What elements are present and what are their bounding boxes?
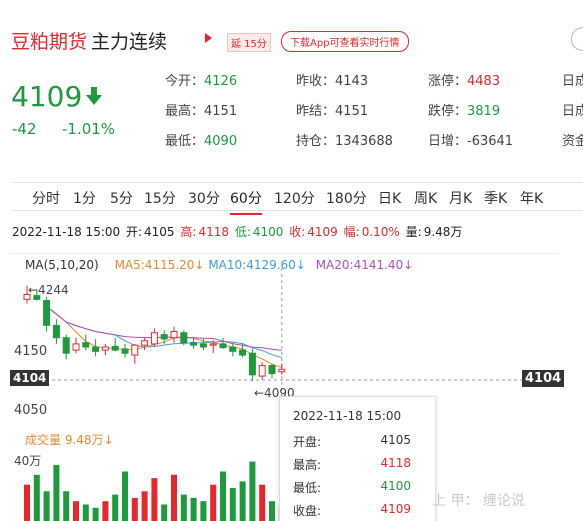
tooltip-row: 收盘: 4109 (293, 502, 411, 519)
tooltip-row-label: 开盘: (293, 435, 322, 449)
volume-bar (190, 497, 197, 521)
volume-axis-label: 40万 (14, 454, 42, 468)
candle-body (268, 365, 276, 375)
candle-body (43, 300, 51, 326)
tooltip-datetime: 2022-11-18 15:00 (293, 409, 402, 423)
candle-body (199, 343, 207, 348)
volume-bar (112, 494, 119, 521)
volume-bar (102, 501, 109, 521)
high-marker: ←4244 (28, 283, 69, 297)
volume-bar (82, 504, 89, 521)
candle-body (62, 337, 70, 354)
crosshair-price-right: 4104 (522, 370, 565, 387)
candle-body (150, 332, 158, 345)
volume-bar (161, 504, 168, 521)
candle-body (52, 324, 60, 339)
candle-body (229, 346, 237, 352)
volume-bar (63, 491, 70, 521)
candle-body (258, 365, 266, 377)
candle-body (82, 342, 90, 348)
volume-bar (229, 488, 236, 521)
candle-body (160, 334, 168, 340)
volume-bar (210, 484, 217, 521)
tooltip-row-label: 收盘: (293, 504, 322, 518)
volume-bar (141, 491, 148, 521)
tooltip-row: 开盘: 4105 (293, 433, 411, 450)
candle-body (111, 345, 119, 351)
volume-bar (239, 481, 246, 521)
volume-bar (171, 474, 177, 521)
volume-bar (73, 501, 79, 521)
candle-body (180, 332, 188, 344)
candle-body (219, 343, 227, 349)
candle-body (209, 343, 217, 346)
watermark: 上 甲： 缠论说 (432, 493, 525, 509)
tooltip-row-value: 4109 (380, 502, 411, 516)
volume-bar (92, 507, 99, 521)
candle-body (72, 343, 80, 351)
volume-bar (259, 484, 266, 521)
candle-body (101, 346, 109, 351)
tick-4150: 4150 (14, 344, 48, 359)
volume-bar (220, 471, 226, 521)
volume-legend: 成交量 9.48万↓ (25, 433, 114, 447)
volume-bar (24, 484, 30, 521)
tick-4050: 4050 (14, 403, 48, 418)
tooltip-row-value: 4105 (380, 433, 411, 447)
candle-body (131, 344, 139, 356)
volume-bar (122, 471, 128, 521)
candle-body (248, 352, 256, 376)
tooltip-row-label: 最高: (293, 458, 322, 472)
crosshair-price-left: 4104 (10, 370, 50, 386)
volume-bar (33, 474, 40, 521)
volume-bar (200, 501, 207, 521)
candle-body (239, 349, 247, 356)
volume-bar (151, 478, 158, 521)
candle-body (190, 342, 198, 346)
candle-body (141, 340, 149, 346)
tooltip-row-value: 4118 (380, 456, 411, 470)
candle-body (92, 346, 100, 352)
volume-bar (249, 461, 256, 521)
volume-bar (43, 491, 50, 521)
tooltip-row: 最高: 4118 (293, 456, 411, 473)
volume-bar (180, 494, 187, 521)
candle-body (278, 368, 286, 373)
tooltip-row-value: 4100 (380, 479, 411, 493)
volume-bar (53, 464, 60, 521)
candle-body (121, 348, 129, 354)
tooltip-row-label: 最低: (293, 481, 322, 495)
candle-body (170, 331, 178, 339)
volume-bar (269, 501, 275, 521)
tooltip-row: 最低: 4100 (293, 479, 411, 496)
crosshair-tooltip: 2022-11-18 15:00 开盘: 4105 最高: 4118 最低: 4100 收盘… (279, 396, 436, 521)
volume-bar (131, 497, 138, 521)
